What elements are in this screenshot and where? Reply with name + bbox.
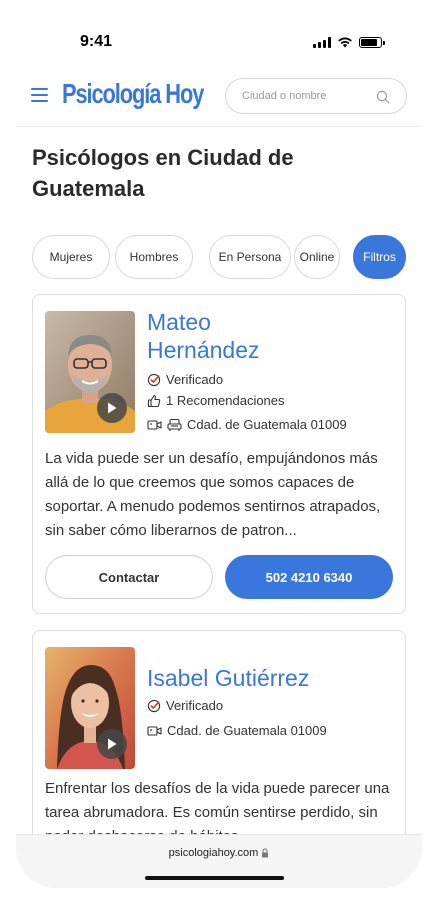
filter-chip-online[interactable]: Online (294, 235, 340, 279)
recommendations-row: 1 Recomendaciones (147, 393, 285, 408)
battery-icon (359, 36, 385, 48)
wifi-icon (338, 37, 352, 48)
battery-level (361, 38, 378, 46)
verified-label: Verificado (166, 698, 224, 713)
page-title: Psicólogos en Ciudad de Guatemala (32, 145, 294, 201)
profile-card[interactable]: Mateo Hernández Verificado 1 Recomendaci… (32, 294, 406, 614)
profile-name-first[interactable]: Mateo (147, 309, 211, 335)
location-label: Cdad. de Guatemala 01009 (167, 723, 327, 738)
hamburger-menu-icon[interactable] (31, 88, 48, 102)
video-camera-icon (147, 419, 162, 430)
recommendations-label: 1 Recomendaciones (166, 393, 285, 408)
url-display[interactable]: psicologiahoy.com (16, 847, 422, 859)
verified-label: Verificado (166, 372, 224, 387)
url-text: psicologiahoy.com (168, 847, 259, 859)
profile-photo[interactable] (45, 311, 135, 433)
location-label: Cdad. de Guatemala 01009 (187, 417, 347, 432)
browser-address-bar[interactable]: psicologiahoy.com (16, 834, 422, 888)
check-badge-icon (147, 373, 161, 386)
profile-card[interactable]: Isabel Gutiérrez Verificado Cdad. de Gua… (32, 630, 406, 834)
results-list[interactable]: Psicólogos en Ciudad de Guatemala Mujere… (16, 128, 422, 834)
site-header: Psicología Hoy (16, 72, 422, 127)
search-icon[interactable] (376, 90, 390, 104)
armchair-icon (167, 418, 182, 431)
thumbs-up-icon (147, 394, 161, 407)
home-indicator[interactable] (145, 876, 284, 880)
profile-bio: La vida puede ser un desafío, empujándon… (45, 450, 381, 539)
play-video-button[interactable] (97, 729, 127, 759)
phone-screen: 9:41 Psicología Hoy Ciudad o nombre Psic… (16, 16, 422, 888)
search-input[interactable] (242, 90, 367, 102)
profile-name-last[interactable]: Hernández (147, 337, 260, 363)
profile-bio: Enfrentar los desafíos de la vida puede … (45, 780, 390, 834)
play-video-button[interactable] (97, 393, 127, 423)
status-time: 9:41 (80, 33, 113, 50)
profile-photo[interactable] (45, 647, 135, 769)
location-row: Cdad. de Guatemala 01009 (147, 723, 327, 738)
verified-row: Verificado (147, 698, 223, 713)
filter-chip-mujeres[interactable]: Mujeres (32, 235, 110, 279)
location-row: Cdad. de Guatemala 01009 (147, 417, 347, 432)
profile-name[interactable]: Isabel Gutiérrez (147, 665, 309, 691)
status-icons (313, 36, 385, 48)
lock-icon (262, 848, 269, 858)
filter-chip-hombres[interactable]: Hombres (115, 235, 193, 279)
status-bar: 9:41 (16, 16, 422, 72)
contact-button[interactable]: Contactar (45, 555, 213, 599)
check-badge-icon (147, 699, 161, 712)
filter-chip-en-persona[interactable]: En Persona (209, 235, 291, 279)
cellular-signal-icon (313, 36, 331, 48)
search-box[interactable] (225, 78, 407, 114)
verified-row: Verificado (147, 372, 223, 387)
site-logo[interactable]: Psicología Hoy (62, 78, 204, 110)
filter-chips: Mujeres Hombres En Persona Online Filtro… (32, 235, 422, 279)
video-camera-icon (147, 725, 162, 736)
phone-call-button[interactable]: 502 4210 6340 (225, 555, 393, 599)
play-icon (108, 738, 117, 750)
filter-chip-filtros[interactable]: Filtros (353, 235, 406, 279)
play-icon (108, 402, 117, 414)
